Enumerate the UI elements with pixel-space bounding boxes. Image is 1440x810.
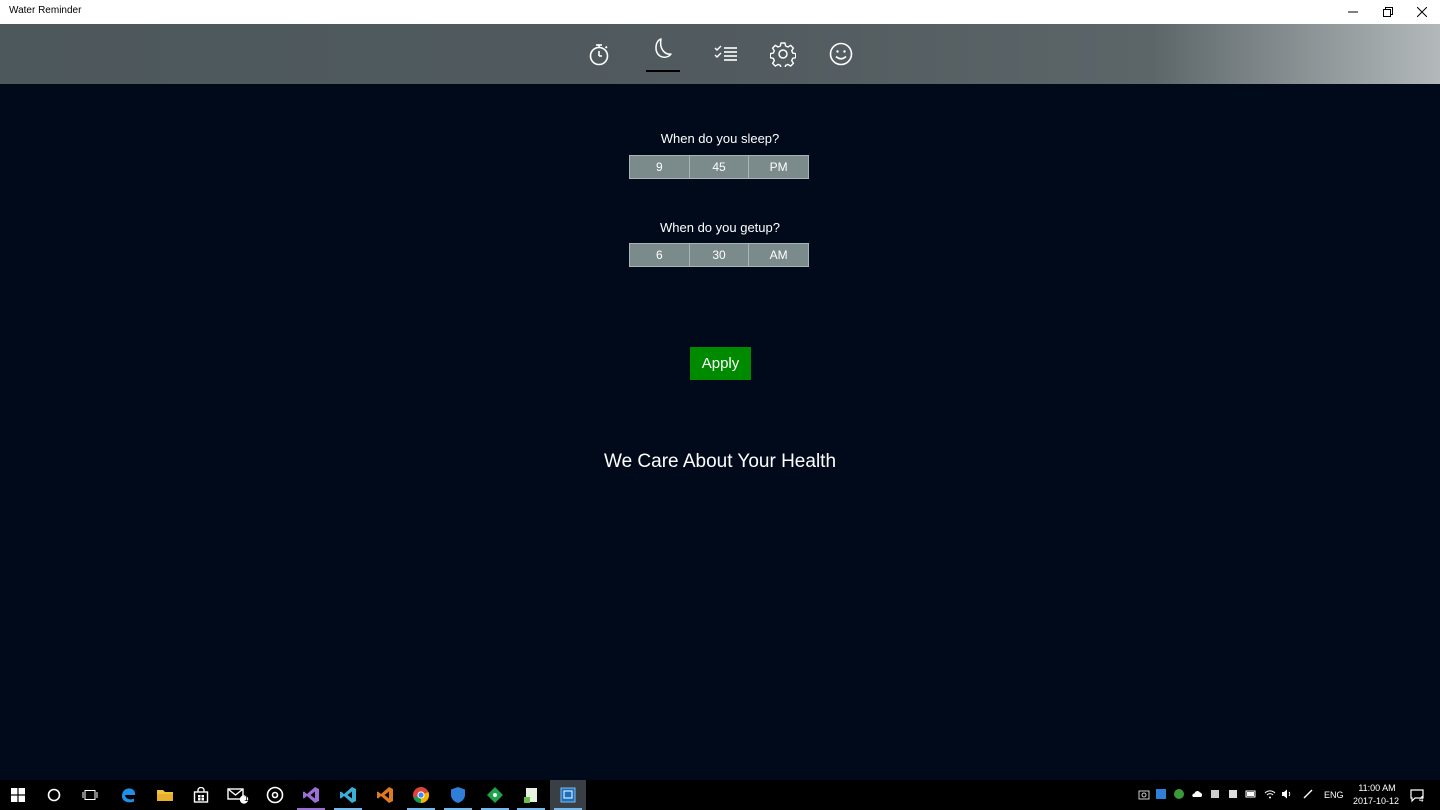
water-reminder-app[interactable] xyxy=(550,780,586,810)
taskbar: 1 ENG 11:00 AM 2017-10-12 4 xyxy=(0,780,1440,810)
title-bar: Water Reminder xyxy=(0,0,1440,24)
nav-tasks[interactable] xyxy=(710,38,742,70)
vs-installer-icon xyxy=(377,787,393,803)
visual-studio-icon xyxy=(303,787,319,803)
defender-icon xyxy=(451,787,465,803)
smiley-icon xyxy=(829,42,853,66)
sleep-question: When do you sleep? xyxy=(660,131,780,146)
nav-about[interactable] xyxy=(825,38,857,70)
edge-icon xyxy=(122,788,136,803)
battery-tray-icon[interactable] xyxy=(1245,788,1257,800)
defender-app[interactable] xyxy=(440,780,476,810)
nav-active-indicator xyxy=(646,70,680,72)
sync-tray-icon[interactable] xyxy=(1173,788,1185,800)
green-app[interactable] xyxy=(477,780,513,810)
app-green-icon xyxy=(487,787,503,803)
printer-tray-icon[interactable] xyxy=(1209,788,1221,800)
dropbox-tray-icon[interactable] xyxy=(1227,788,1239,800)
sleep-time-picker[interactable]: 9 45 PM xyxy=(629,155,809,179)
sleep-minute[interactable]: 45 xyxy=(688,156,749,178)
onedrive-tray-icon[interactable] xyxy=(1191,788,1203,800)
language-indicator[interactable]: ENG xyxy=(1324,790,1344,800)
moon-icon xyxy=(655,38,672,59)
store-app[interactable] xyxy=(183,780,219,810)
restore-button[interactable] xyxy=(1371,0,1405,24)
water-reminder-icon xyxy=(560,787,576,803)
window-title: Water Reminder xyxy=(9,5,82,16)
pen-tray-icon[interactable] xyxy=(1302,788,1314,800)
task-view-button[interactable] xyxy=(72,780,108,810)
notepad-icon xyxy=(524,788,537,803)
gear-icon xyxy=(770,42,796,67)
nav-sleep[interactable] xyxy=(646,34,678,66)
camera-tray-icon[interactable] xyxy=(1138,788,1150,800)
edge-app[interactable] xyxy=(110,780,146,810)
timer-icon xyxy=(589,44,609,66)
chrome-app[interactable] xyxy=(403,780,439,810)
mail-app[interactable]: 1 xyxy=(220,780,256,810)
start-button[interactable] xyxy=(0,780,36,810)
mail-badge: 1 xyxy=(244,794,249,803)
sleep-hour[interactable]: 9 xyxy=(630,156,689,178)
chrome-icon xyxy=(413,787,430,804)
task-view-icon xyxy=(82,790,98,800)
clock-date[interactable]: 2017-10-12 xyxy=(1351,796,1401,806)
close-button[interactable] xyxy=(1405,0,1439,24)
cortana-button[interactable] xyxy=(36,780,72,810)
visual-studio-app[interactable] xyxy=(293,780,329,810)
windows-start-icon xyxy=(11,788,25,802)
file-explorer-app[interactable] xyxy=(147,780,183,810)
nav-timer[interactable] xyxy=(583,38,615,70)
restore-icon xyxy=(1383,7,1393,17)
wifi-tray-icon[interactable] xyxy=(1264,788,1276,800)
nav-bar xyxy=(0,24,1440,84)
blend-icon xyxy=(340,787,356,803)
file-explorer-icon xyxy=(157,790,173,801)
clock-time[interactable]: 11:00 AM xyxy=(1356,783,1398,793)
groove-app[interactable] xyxy=(257,780,293,810)
notepad-app[interactable] xyxy=(513,780,549,810)
getup-hour[interactable]: 6 xyxy=(630,244,689,266)
cortana-icon xyxy=(47,788,61,802)
minimize-button[interactable] xyxy=(1336,0,1370,24)
groove-icon xyxy=(266,786,284,804)
store-icon xyxy=(193,787,209,803)
getup-minute[interactable]: 30 xyxy=(688,244,749,266)
sleep-period[interactable]: PM xyxy=(748,156,809,178)
minimize-icon xyxy=(1348,11,1358,13)
nav-settings[interactable] xyxy=(767,38,799,70)
blend-app[interactable] xyxy=(330,780,366,810)
volume-tray-icon[interactable] xyxy=(1281,788,1293,800)
security-tray-icon[interactable] xyxy=(1155,788,1167,800)
notification-count: 4 xyxy=(1419,795,1424,804)
getup-time-picker[interactable]: 6 30 AM xyxy=(629,243,809,267)
tagline: We Care About Your Health xyxy=(603,451,837,472)
apply-button[interactable]: Apply xyxy=(690,347,751,380)
getup-period[interactable]: AM xyxy=(748,244,809,266)
vs-installer-app[interactable] xyxy=(367,780,403,810)
close-icon xyxy=(1417,7,1427,17)
getup-question: When do you getup? xyxy=(660,220,780,235)
checklist-icon xyxy=(714,45,737,61)
